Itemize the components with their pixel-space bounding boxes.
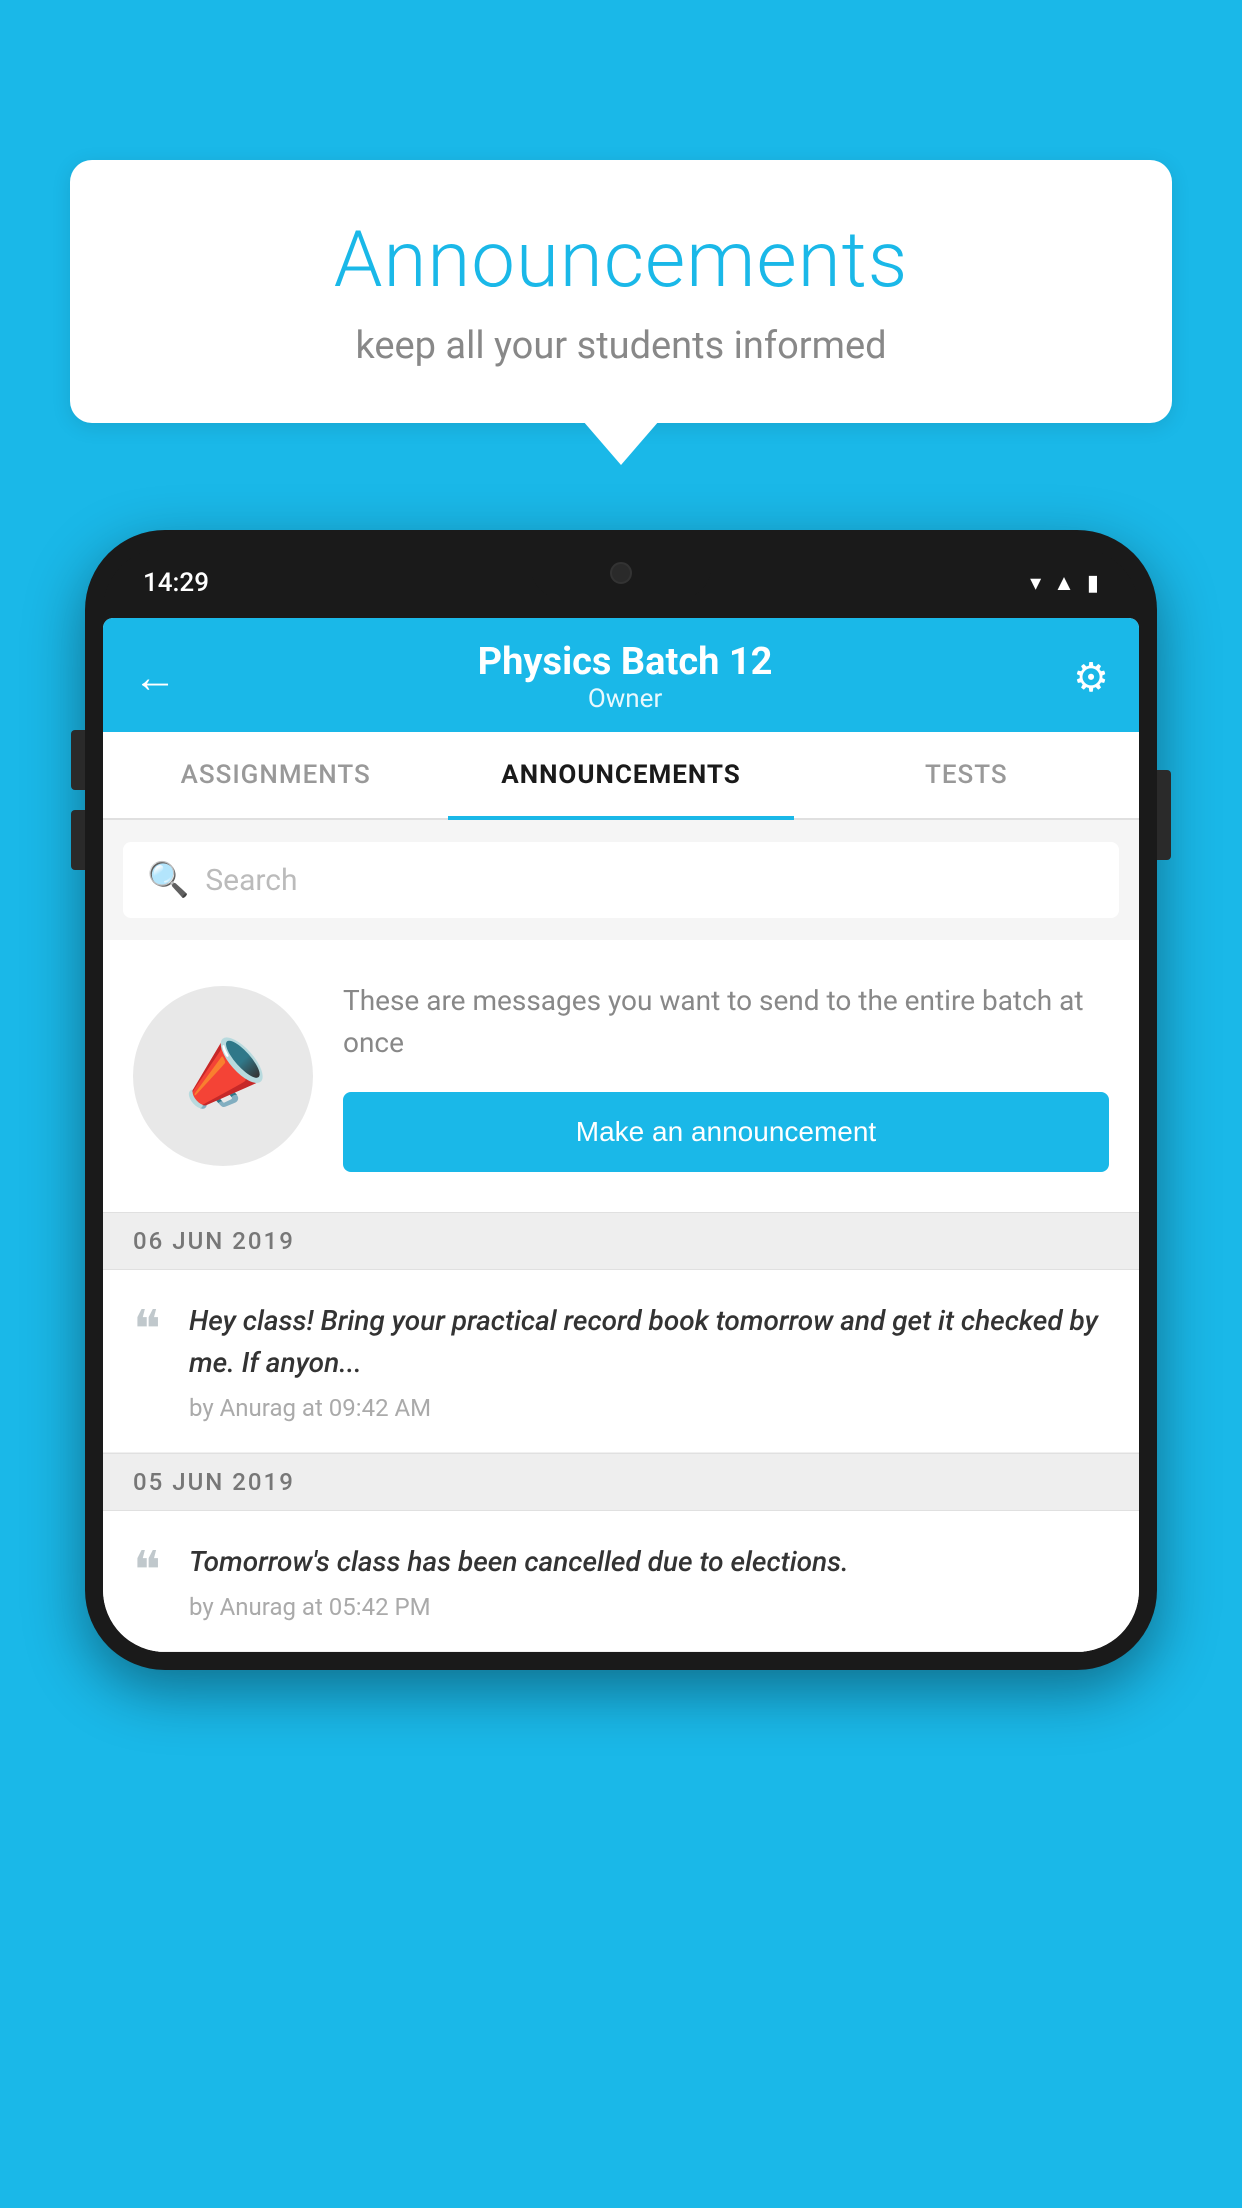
speech-bubble-subtitle: keep all your students informed xyxy=(130,324,1112,368)
search-icon: 🔍 xyxy=(147,860,189,900)
announcement-right: These are messages you want to send to t… xyxy=(343,980,1109,1172)
quote-icon-1: ❝ xyxy=(133,1304,161,1356)
header-center: Physics Batch 12 Owner xyxy=(177,640,1073,714)
megaphone-icon: 📣 xyxy=(168,1023,278,1130)
announcement-meta-2: by Anurag at 05:42 PM xyxy=(189,1593,1109,1621)
quote-icon-2: ❝ xyxy=(133,1545,161,1597)
announcement-content-1: Hey class! Bring your practical record b… xyxy=(189,1300,1109,1422)
signal-icon: ▲ xyxy=(1053,570,1075,596)
empty-state-description: These are messages you want to send to t… xyxy=(343,980,1109,1064)
tabs-bar: ASSIGNMENTS ANNOUNCEMENTS TESTS xyxy=(103,732,1139,820)
phone-screen: ← Physics Batch 12 Owner ⚙ ASSIGNMENTS A… xyxy=(103,618,1139,1652)
speech-bubble-container: Announcements keep all your students inf… xyxy=(70,160,1172,423)
status-icons: ▾ ▲ ▮ xyxy=(1030,570,1099,596)
app-header: ← Physics Batch 12 Owner ⚙ xyxy=(103,618,1139,732)
header-title: Physics Batch 12 xyxy=(177,640,1073,684)
announcement-text-1: Hey class! Bring your practical record b… xyxy=(189,1300,1109,1384)
wifi-icon: ▾ xyxy=(1030,571,1041,596)
announcement-empty-state: 📣 These are messages you want to send to… xyxy=(103,940,1139,1212)
header-subtitle: Owner xyxy=(177,684,1073,714)
speech-bubble: Announcements keep all your students inf… xyxy=(70,160,1172,423)
tab-tests[interactable]: TESTS xyxy=(794,732,1139,818)
volume-down-button xyxy=(71,810,85,870)
back-button[interactable]: ← xyxy=(133,655,177,699)
announcement-item-2[interactable]: ❝ Tomorrow's class has been cancelled du… xyxy=(103,1511,1139,1652)
volume-up-button xyxy=(71,730,85,790)
status-bar: 14:29 ▾ ▲ ▮ xyxy=(103,548,1139,618)
announcement-meta-1: by Anurag at 09:42 AM xyxy=(189,1394,1109,1422)
announcement-content-2: Tomorrow's class has been cancelled due … xyxy=(189,1541,1109,1621)
camera-dot xyxy=(610,562,632,584)
announcement-item-1[interactable]: ❝ Hey class! Bring your practical record… xyxy=(103,1270,1139,1453)
battery-icon: ▮ xyxy=(1087,571,1099,596)
search-bar[interactable]: 🔍 Search xyxy=(123,842,1119,918)
search-container: 🔍 Search xyxy=(103,820,1139,940)
search-placeholder: Search xyxy=(205,863,297,898)
make-announcement-button[interactable]: Make an announcement xyxy=(343,1092,1109,1172)
date-separator-2: 05 JUN 2019 xyxy=(103,1453,1139,1511)
tab-announcements[interactable]: ANNOUNCEMENTS xyxy=(448,732,793,818)
power-button xyxy=(1157,770,1171,860)
notch xyxy=(531,548,711,598)
speech-bubble-title: Announcements xyxy=(130,215,1112,306)
tab-assignments[interactable]: ASSIGNMENTS xyxy=(103,732,448,818)
date-separator-1: 06 JUN 2019 xyxy=(103,1212,1139,1270)
phone-device: 14:29 ▾ ▲ ▮ ← Physics Batch 12 Owner ⚙ xyxy=(85,530,1157,1670)
status-time: 14:29 xyxy=(143,568,209,598)
announcement-text-2: Tomorrow's class has been cancelled due … xyxy=(189,1541,1109,1583)
announcement-icon-circle: 📣 xyxy=(133,986,313,1166)
settings-button[interactable]: ⚙ xyxy=(1073,654,1109,701)
phone-wrapper: 14:29 ▾ ▲ ▮ ← Physics Batch 12 Owner ⚙ xyxy=(85,530,1157,2208)
